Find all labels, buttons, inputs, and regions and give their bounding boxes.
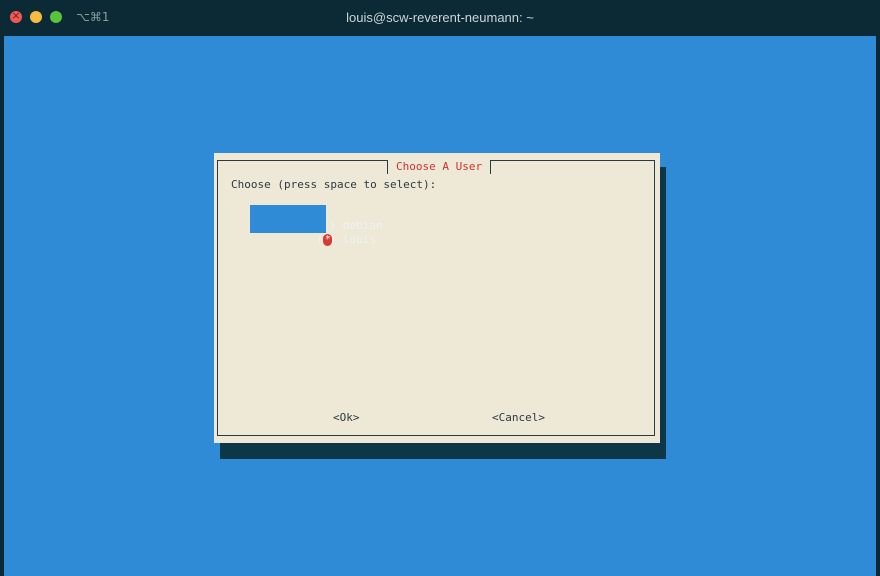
selected-marker-louis: *	[323, 234, 333, 246]
list-item-debian[interactable]: ( ) debian	[250, 205, 382, 232]
radio-button-louis[interactable]: ( ) *	[316, 233, 336, 247]
terminal-window: ⌥⌘1 louis@scw-reverent-neumann: ~ Choose…	[0, 0, 880, 576]
ok-button[interactable]: <Ok>	[333, 411, 360, 424]
title-bar: ⌥⌘1 louis@scw-reverent-neumann: ~	[0, 0, 880, 36]
option-label-louis: louis	[342, 233, 376, 246]
option-label-debian: debian	[342, 219, 383, 232]
choose-user-dialog: Choose A User Choose (press space to sel…	[214, 153, 660, 443]
cancel-button[interactable]: <Cancel>	[492, 411, 545, 424]
dialog-prompt: Choose (press space to select):	[231, 178, 437, 191]
user-radio-list: ( ) debian ( )* louis	[250, 205, 382, 246]
list-item-louis[interactable]: ( ) * louis	[250, 219, 376, 246]
dialog-frame: Choose A User Choose (press space to sel…	[217, 160, 655, 436]
window-title: louis@scw-reverent-neumann: ~	[346, 10, 534, 25]
dialog-title: Choose A User	[387, 160, 492, 174]
